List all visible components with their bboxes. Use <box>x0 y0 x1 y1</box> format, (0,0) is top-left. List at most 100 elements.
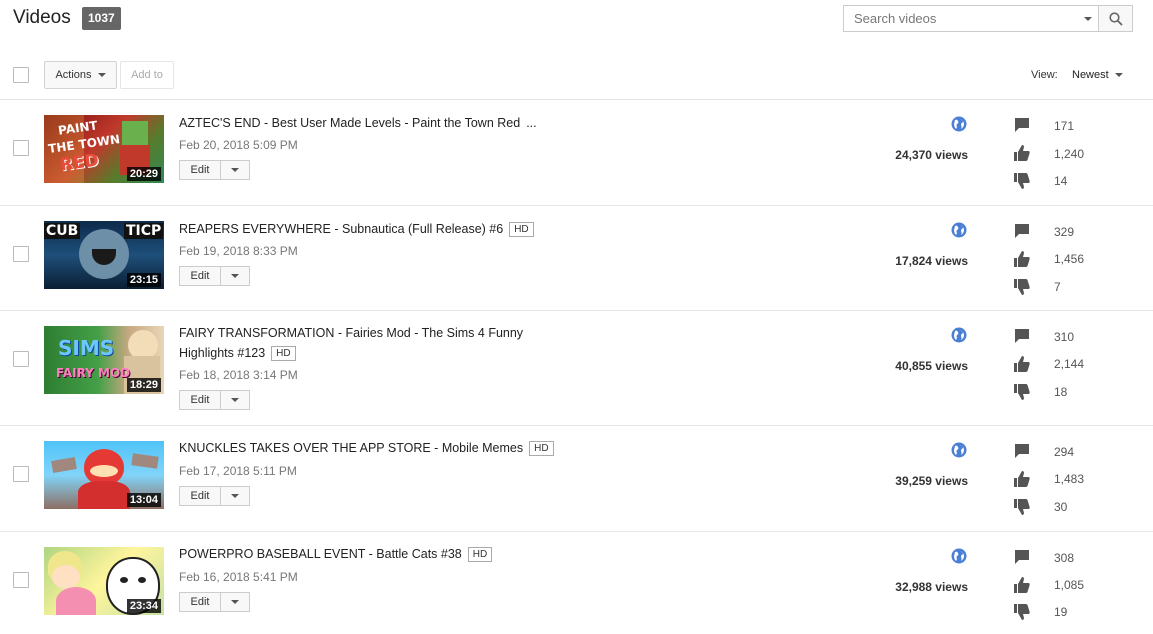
video-title-link[interactable]: AZTEC'S END - Best User Made Levels - Pa… <box>179 113 559 133</box>
video-count-badge: 1037 <box>82 7 121 30</box>
video-thumbnail[interactable]: PAINT THE TOWN RED 20:29 <box>44 115 164 183</box>
view-sort-value: Newest <box>1072 69 1109 81</box>
add-to-label: Add to <box>131 69 163 81</box>
video-duration: 18:29 <box>126 378 161 392</box>
edit-button[interactable]: Edit <box>179 592 221 612</box>
dislike-count: 7 <box>1054 280 1061 294</box>
thumbs-down-icon[interactable] <box>1013 383 1031 401</box>
edit-button-group: Edit <box>179 160 250 180</box>
dislike-count: 14 <box>1054 174 1068 188</box>
comment-icon <box>1015 118 1029 132</box>
view-label: View: <box>1031 69 1058 81</box>
thumbs-up-icon[interactable] <box>1013 355 1031 373</box>
video-title: POWERPRO BASEBALL EVENT - Battle Cats #3… <box>179 547 462 561</box>
video-thumbnail[interactable]: 23:34 <box>44 547 164 615</box>
video-date: Feb 20, 2018 5:09 PM <box>179 138 298 152</box>
video-title-link[interactable]: POWERPRO BASEBALL EVENT - Battle Cats #3… <box>179 544 559 564</box>
edit-button[interactable]: Edit <box>179 160 221 180</box>
search-icon <box>1108 11 1123 26</box>
comment-icon <box>1015 329 1029 343</box>
video-duration: 23:15 <box>126 273 161 287</box>
view-sort-dropdown[interactable]: Newest <box>1072 69 1123 81</box>
video-thumbnail[interactable]: SIMS FAIRY MOD 18:29 <box>44 326 164 394</box>
edit-button-group: Edit <box>179 390 250 410</box>
row-checkbox[interactable] <box>13 246 29 262</box>
edit-options-dropdown[interactable] <box>221 160 250 180</box>
edit-options-dropdown[interactable] <box>221 266 250 286</box>
page-title: Videos <box>13 7 71 28</box>
video-title: FAIRY TRANSFORMATION - Fairies Mod - The… <box>179 326 524 360</box>
edit-button-group: Edit <box>179 266 250 286</box>
thumbs-down-icon[interactable] <box>1013 498 1031 516</box>
video-title-link[interactable]: REAPERS EVERYWHERE - Subnautica (Full Re… <box>179 219 559 239</box>
row-checkbox[interactable] <box>13 572 29 588</box>
thumbs-up-icon[interactable] <box>1013 250 1031 268</box>
row-checkbox[interactable] <box>13 466 29 482</box>
like-count: 1,085 <box>1054 578 1085 592</box>
globe-icon[interactable] <box>951 222 967 238</box>
like-count: 1,456 <box>1054 252 1085 266</box>
video-thumbnail[interactable]: 13:04 <box>44 441 164 509</box>
edit-options-dropdown[interactable] <box>221 390 250 410</box>
edit-button[interactable]: Edit <box>179 486 221 506</box>
hd-badge: HD <box>467 547 493 562</box>
search-options-dropdown[interactable] <box>1078 6 1098 31</box>
comment-count: 329 <box>1054 225 1075 239</box>
thumbs-down-icon[interactable] <box>1013 278 1031 296</box>
add-to-button[interactable]: Add to <box>120 61 174 89</box>
chevron-down-icon <box>1084 16 1092 21</box>
search-button[interactable] <box>1098 6 1132 31</box>
hd-badge: HD <box>509 222 534 237</box>
comment-count: 294 <box>1054 445 1075 459</box>
view-count: 39,259 views <box>895 474 968 488</box>
thumbnail-text: SIMS <box>58 336 115 360</box>
globe-icon[interactable] <box>951 442 967 458</box>
row-checkbox[interactable] <box>13 140 29 156</box>
video-title-link[interactable]: FAIRY TRANSFORMATION - Fairies Mod - The… <box>179 323 539 363</box>
like-count: 1,483 <box>1054 472 1085 486</box>
thumbs-down-icon[interactable] <box>1013 172 1031 190</box>
comment-icon <box>1015 550 1029 564</box>
video-row: CUB TICP 23:15 REAPERS EVERYWHERE - Subn… <box>0 206 1153 311</box>
thumbs-down-icon[interactable] <box>1013 603 1031 621</box>
chevron-down-icon <box>231 274 239 278</box>
edit-button[interactable]: Edit <box>179 266 221 286</box>
hd-badge: HD <box>529 441 554 456</box>
globe-icon[interactable] <box>951 548 967 564</box>
actions-button[interactable]: Actions <box>44 61 117 89</box>
dislike-count: 19 <box>1054 605 1068 619</box>
thumbnail-text: RED <box>58 150 101 176</box>
edit-options-dropdown[interactable] <box>221 592 250 612</box>
globe-icon[interactable] <box>951 327 967 343</box>
title-ellipsis: ... <box>526 116 537 130</box>
video-row: PAINT THE TOWN RED 20:29 AZTEC'S END - B… <box>0 100 1153 206</box>
chevron-down-icon <box>97 73 106 77</box>
thumbs-up-icon[interactable] <box>1013 576 1031 594</box>
edit-button-group: Edit <box>179 592 250 612</box>
thumbs-up-icon[interactable] <box>1013 144 1031 162</box>
video-thumbnail[interactable]: CUB TICP 23:15 <box>44 221 164 289</box>
view-count: 17,824 views <box>895 254 968 268</box>
edit-button[interactable]: Edit <box>179 390 221 410</box>
select-all-checkbox[interactable] <box>13 67 29 83</box>
video-date: Feb 17, 2018 5:11 PM <box>179 464 297 478</box>
video-date: Feb 18, 2018 3:14 PM <box>179 368 298 382</box>
edit-options-dropdown[interactable] <box>221 486 250 506</box>
video-date: Feb 19, 2018 8:33 PM <box>179 244 298 258</box>
search-input[interactable] <box>844 6 1078 31</box>
video-row: SIMS FAIRY MOD 18:29 FAIRY TRANSFORMATIO… <box>0 311 1153 426</box>
thumbnail-text: CUB <box>44 223 81 239</box>
comment-count: 308 <box>1054 551 1075 565</box>
thumbnail-text: FAIRY MOD <box>56 366 131 380</box>
video-row: 13:04 KNUCKLES TAKES OVER THE APP STORE … <box>0 426 1153 532</box>
thumbs-up-icon[interactable] <box>1013 470 1031 488</box>
video-duration: 23:34 <box>126 599 161 613</box>
globe-icon[interactable] <box>951 116 967 132</box>
video-title-link[interactable]: KNUCKLES TAKES OVER THE APP STORE - Mobi… <box>179 438 559 458</box>
view-count: 32,988 views <box>895 580 968 594</box>
video-duration: 13:04 <box>126 493 161 507</box>
video-title: AZTEC'S END - Best User Made Levels - Pa… <box>179 116 521 130</box>
page-header: Videos 1037 <box>0 0 1153 40</box>
row-checkbox[interactable] <box>13 351 29 367</box>
video-row: 23:34 POWERPRO BASEBALL EVENT - Battle C… <box>0 532 1153 634</box>
